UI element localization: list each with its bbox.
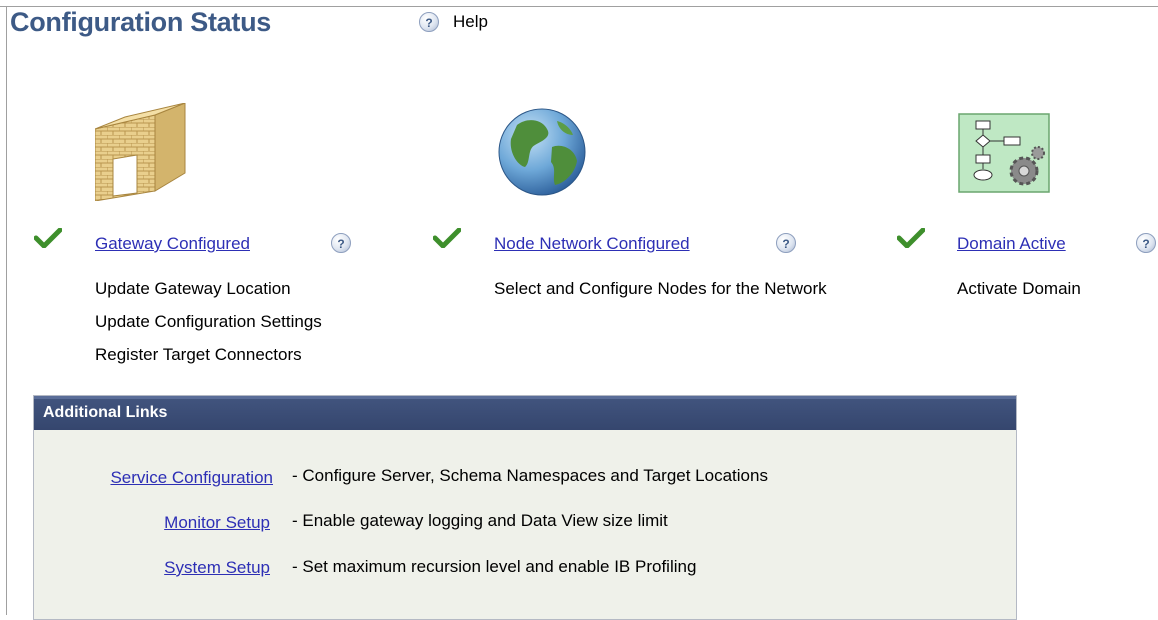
page-title: Configuration Status [10, 7, 271, 37]
domain-help-icon[interactable]: ? [1136, 233, 1156, 253]
monitor-setup-link[interactable]: Monitor Setup [164, 513, 270, 533]
node-network-configured-link[interactable]: Node Network Configured [494, 234, 690, 254]
additional-links-panel: Additional Links Service Configuration -… [33, 395, 1017, 620]
checkmark-icon [433, 228, 461, 248]
system-setup-description: - Set maximum recursion level and enable… [292, 557, 697, 576]
checkmark-icon [34, 228, 62, 248]
node-network-action-1[interactable]: Select and Configure Nodes for the Netwo… [494, 279, 827, 299]
checkmark-icon [897, 228, 925, 248]
gateway-action-1[interactable]: Update Gateway Location [95, 279, 291, 299]
gateway-help-icon[interactable]: ? [331, 233, 351, 253]
additional-links-title: Additional Links [43, 404, 168, 421]
monitor-setup-description: - Enable gateway logging and Data View s… [292, 511, 668, 530]
globe-icon [498, 108, 586, 196]
gateway-configured-link[interactable]: Gateway Configured [95, 234, 250, 254]
domain-action-1[interactable]: Activate Domain [957, 279, 1081, 299]
page-left-border [6, 6, 7, 615]
brick-wall-icon [95, 103, 186, 201]
additional-links-header: Additional Links [34, 396, 1016, 430]
gateway-action-2[interactable]: Update Configuration Settings [95, 312, 322, 332]
help-icon[interactable]: ? [419, 12, 439, 32]
system-setup-link[interactable]: System Setup [164, 558, 270, 578]
gateway-action-3[interactable]: Register Target Connectors [95, 345, 302, 365]
domain-active-link[interactable]: Domain Active [957, 234, 1066, 254]
service-configuration-link[interactable]: Service Configuration [110, 468, 273, 488]
service-configuration-description: - Configure Server, Schema Namespaces an… [292, 466, 768, 485]
flowchart-gear-icon [958, 113, 1050, 193]
node-network-help-icon[interactable]: ? [776, 233, 796, 253]
help-link[interactable]: Help [453, 12, 488, 32]
